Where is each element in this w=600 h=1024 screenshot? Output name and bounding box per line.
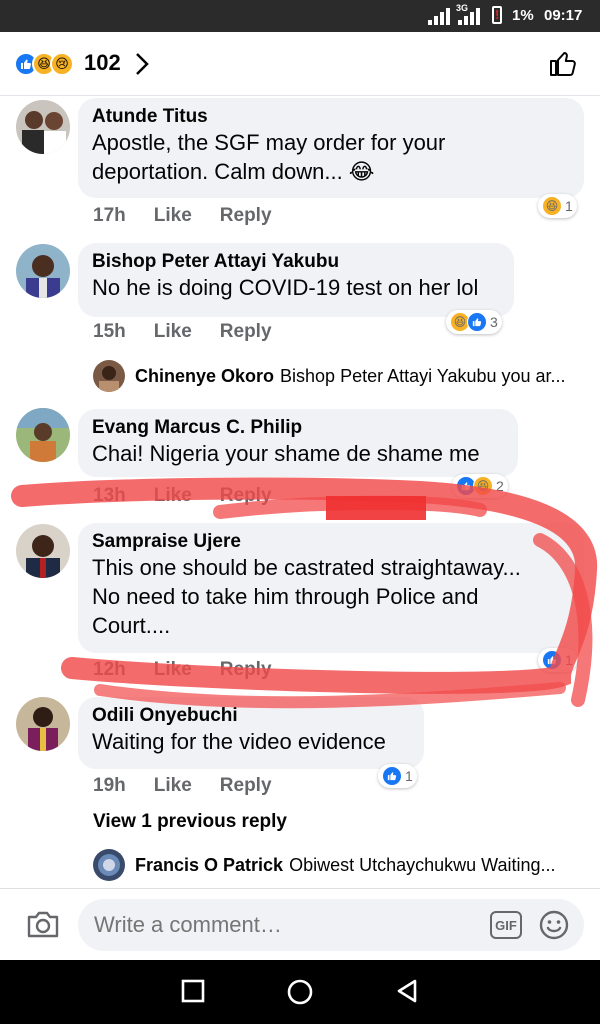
camera-icon[interactable] <box>26 909 60 939</box>
comment-bubble[interactable]: Bishop Peter Attayi Yakubu No he is doin… <box>78 243 514 317</box>
avatar[interactable] <box>16 697 70 751</box>
status-bar: 3G ! 1% 09:17 <box>0 0 600 32</box>
avatar[interactable] <box>16 408 70 462</box>
like-link[interactable]: Like <box>154 775 192 797</box>
battery-alert-icon: ! <box>495 7 500 22</box>
reply-preview[interactable]: Francis O Patrick Obiwest Utchaychukwu W… <box>93 849 556 881</box>
comment-text-line: Apostle, the SGF may order for your <box>92 130 446 155</box>
reply-author: Francis O Patrick <box>135 854 284 875</box>
comment-reaction-badge[interactable]: 1 <box>538 648 577 672</box>
like-icon <box>542 650 562 670</box>
comment-text-line: Chai! Nigeria your shame de shame me <box>92 441 480 466</box>
comment-time: 15h <box>93 321 126 342</box>
haha-icon: 😆 <box>473 476 493 496</box>
comment-meta: 15h Like Reply <box>93 321 272 343</box>
emoji-icon[interactable] <box>538 909 570 941</box>
battery-percent: 1% <box>512 7 534 24</box>
back-icon[interactable] <box>394 978 420 1004</box>
comment-bubble[interactable]: Atunde Titus Apostle, the SGF may order … <box>78 98 584 198</box>
reply-link[interactable]: Reply <box>220 321 272 343</box>
avatar <box>93 849 125 881</box>
cell-signal-icon <box>458 7 480 25</box>
reply-link[interactable]: Reply <box>220 659 272 681</box>
comment-text-line: No he is doing COVID-19 test on her lol <box>92 275 479 300</box>
view-previous-replies-link[interactable]: View 1 previous reply <box>93 811 287 833</box>
like-icon <box>382 766 402 786</box>
avatar <box>93 360 125 392</box>
gif-button[interactable]: GIF <box>490 911 522 939</box>
comment-author[interactable]: Evang Marcus C. Philip <box>92 417 504 439</box>
haha-icon: 😆 <box>542 196 562 216</box>
avatar[interactable] <box>16 100 70 154</box>
comment-time: 12h <box>93 659 126 680</box>
like-link[interactable]: Like <box>154 205 192 227</box>
comment-bubble[interactable]: Evang Marcus C. Philip Chai! Nigeria you… <box>78 409 518 477</box>
reaction-count: 1 <box>405 768 413 784</box>
comment-author[interactable]: Bishop Peter Attayi Yakubu <box>92 251 500 273</box>
comment-text-line: No need to take him through Police and <box>92 584 479 609</box>
comment-author[interactable]: Sampraise Ujere <box>92 531 570 553</box>
avatar[interactable] <box>16 524 70 578</box>
android-navigation-bar <box>0 960 600 1024</box>
comment-composer: GIF <box>0 888 600 960</box>
reaction-count: 1 <box>565 198 573 214</box>
comment-author[interactable]: Odili Onyebuchi <box>92 705 410 727</box>
recent-apps-icon[interactable] <box>180 978 206 1004</box>
like-link[interactable]: Like <box>154 321 192 343</box>
chevron-right-icon[interactable] <box>134 52 150 76</box>
reply-link[interactable]: Reply <box>220 775 272 797</box>
like-icon <box>467 312 487 332</box>
comment-text-line: Court.... <box>92 613 171 638</box>
reaction-count: 1 <box>565 652 573 668</box>
comment-bubble[interactable]: Odili Onyebuchi Waiting for the video ev… <box>78 697 424 769</box>
comment-text-line: deportation. Calm down... 😂 <box>92 159 375 184</box>
wifi-signal-icon <box>428 7 450 25</box>
comment-text-line: Waiting for the video evidence <box>92 729 386 754</box>
reaction-count: 2 <box>496 478 504 494</box>
reply-author: Chinenye Okoro <box>135 365 275 386</box>
comment-meta: 17h Like Reply <box>93 205 272 227</box>
comment-meta: 19h Like Reply <box>93 775 272 797</box>
sad-icon: 😢 <box>50 52 74 76</box>
comment-meta: 12h Like Reply <box>93 659 272 681</box>
clock: 09:17 <box>544 7 583 24</box>
reply-preview[interactable]: Chinenye Okoro Bishop Peter Attayi Yakub… <box>93 360 566 392</box>
like-outline-icon[interactable] <box>548 48 578 78</box>
comment-time: 13h <box>93 485 126 506</box>
like-link[interactable]: Like <box>154 485 192 507</box>
reply-text: Obiwest Utchaychukwu Waiting... <box>289 854 556 875</box>
reply-link[interactable]: Reply <box>220 485 272 507</box>
reactions-header: 😆 😢 102 <box>0 32 600 96</box>
reaction-count: 3 <box>490 314 498 330</box>
comment-bubble[interactable]: Sampraise Ujere This one should be castr… <box>78 523 584 653</box>
reply-link[interactable]: Reply <box>220 205 272 227</box>
avatar[interactable] <box>16 244 70 298</box>
comment-time: 19h <box>93 775 126 796</box>
reply-text: Bishop Peter Attayi Yakubu you ar... <box>280 365 566 386</box>
comment-text-line: This one should be castrated straightawa… <box>92 555 521 580</box>
comment-reaction-badge[interactable]: 😆 2 <box>452 474 508 498</box>
comment-reaction-badge[interactable]: 😆 3 <box>446 310 502 334</box>
comment-reaction-badge[interactable]: 1 <box>378 764 417 788</box>
like-link[interactable]: Like <box>154 659 192 681</box>
home-icon[interactable] <box>286 978 314 1006</box>
reaction-count[interactable]: 102 <box>84 50 121 76</box>
comment-meta: 13h Like Reply <box>93 485 272 507</box>
comment-author[interactable]: Atunde Titus <box>92 106 570 128</box>
reaction-summary[interactable]: 😆 😢 <box>14 52 74 76</box>
comment-reaction-badge[interactable]: 😆 1 <box>538 194 577 218</box>
comment-time: 17h <box>93 205 126 226</box>
